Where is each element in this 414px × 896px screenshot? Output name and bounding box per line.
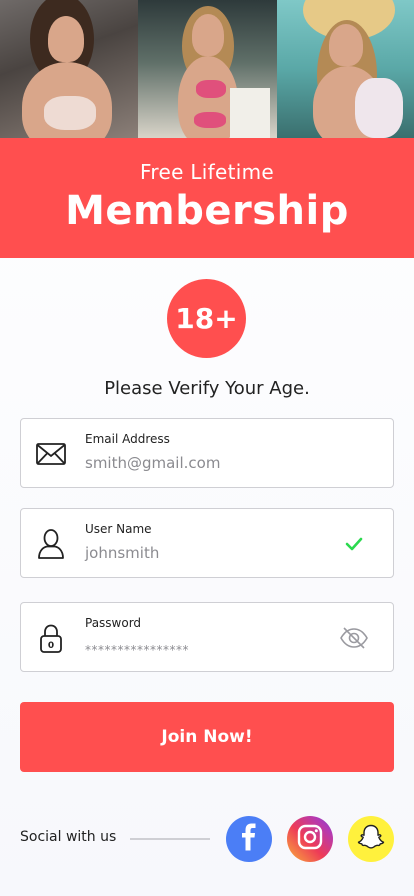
password-input[interactable]: **************** xyxy=(85,643,189,657)
join-now-button[interactable]: Join Now! xyxy=(20,702,394,772)
checkmark-icon xyxy=(339,531,369,557)
snapchat-icon xyxy=(357,823,385,855)
age-badge: 18+ xyxy=(167,279,246,358)
banner-subtitle: Free Lifetime xyxy=(140,160,274,184)
username-field[interactable]: User Name johnsmith xyxy=(20,508,394,578)
social-divider xyxy=(130,838,210,840)
envelope-icon xyxy=(35,438,67,470)
hero-photo-2 xyxy=(138,0,277,138)
eye-hidden-icon[interactable] xyxy=(339,625,369,651)
password-label: Password xyxy=(85,616,142,630)
email-field[interactable]: Email Address smith@gmail.com xyxy=(20,418,394,488)
facebook-icon xyxy=(238,823,260,855)
username-input[interactable]: johnsmith xyxy=(85,544,159,562)
facebook-button[interactable] xyxy=(226,816,272,862)
signup-screen: Free Lifetime Membership 18+ Please Veri… xyxy=(0,0,414,896)
hero-photo-1 xyxy=(0,0,138,138)
username-label: User Name xyxy=(85,522,152,536)
snapchat-button[interactable] xyxy=(348,816,394,862)
membership-banner: Free Lifetime Membership xyxy=(0,138,414,258)
banner-title: Membership xyxy=(65,188,349,234)
svg-text:0: 0 xyxy=(48,641,54,651)
password-field[interactable]: 0 Password **************** xyxy=(20,602,394,672)
email-label: Email Address xyxy=(85,432,170,446)
email-input[interactable]: smith@gmail.com xyxy=(85,454,220,472)
hero-photo-3 xyxy=(277,0,414,138)
instagram-icon xyxy=(297,824,323,854)
instagram-button[interactable] xyxy=(287,816,333,862)
lock-icon: 0 xyxy=(35,622,67,654)
hero-photo-strip xyxy=(0,0,414,138)
verify-age-text: Please Verify Your Age. xyxy=(104,378,310,399)
social-label: Social with us xyxy=(20,829,117,845)
user-icon xyxy=(35,528,67,560)
